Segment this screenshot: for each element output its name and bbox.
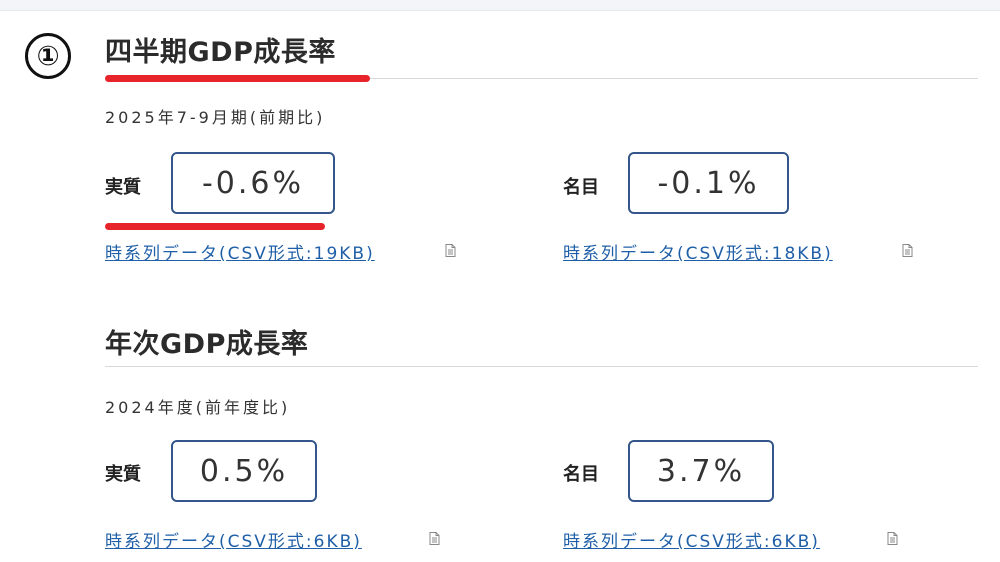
quarterly-title: 四半期GDP成長率: [105, 37, 336, 68]
quarterly-nominal-value: -0.1%: [628, 152, 789, 214]
annual-divider: [105, 366, 978, 367]
annual-period: 2024年度(前年度比): [105, 398, 291, 417]
document-icon: [887, 532, 898, 545]
annual-title: 年次GDP成長率: [105, 329, 309, 360]
quarterly-real-label: 実質: [105, 177, 141, 198]
annual-gdp-section: 年次GDP成長率 2024年度(前年度比) 実質 0.5% 名目 3.7% 時系…: [105, 322, 978, 562]
top-band: [0, 0, 1000, 11]
quarterly-real-value: -0.6%: [171, 152, 335, 214]
annual-real-value: 0.5%: [171, 440, 317, 502]
annual-nominal-csv-link[interactable]: 時系列データ(CSV形式:6KB): [563, 527, 820, 552]
quarterly-nominal-csv-link[interactable]: 時系列データ(CSV形式:18KB): [563, 239, 833, 264]
document-icon: [429, 532, 440, 545]
quarterly-gdp-section: 四半期GDP成長率 2025年7-9月期(前期比) 実質 -0.6% 名目 -0…: [105, 30, 978, 270]
annual-real-csv-link[interactable]: 時系列データ(CSV形式:6KB): [105, 527, 362, 552]
document-icon: [902, 244, 913, 257]
annual-real-label: 実質: [105, 464, 141, 485]
quarterly-period: 2025年7-9月期(前期比): [105, 108, 326, 127]
annual-nominal-label: 名目: [563, 464, 599, 485]
quarterly-real-csv-link[interactable]: 時系列データ(CSV形式:19KB): [105, 239, 375, 264]
document-icon: [445, 244, 456, 257]
quarterly-nominal-label: 名目: [563, 177, 599, 198]
annotation-marker: ①: [25, 33, 71, 79]
real-value-underline-highlight: [105, 223, 325, 230]
title-underline-highlight: [105, 75, 370, 82]
annual-nominal-value: 3.7%: [628, 440, 774, 502]
